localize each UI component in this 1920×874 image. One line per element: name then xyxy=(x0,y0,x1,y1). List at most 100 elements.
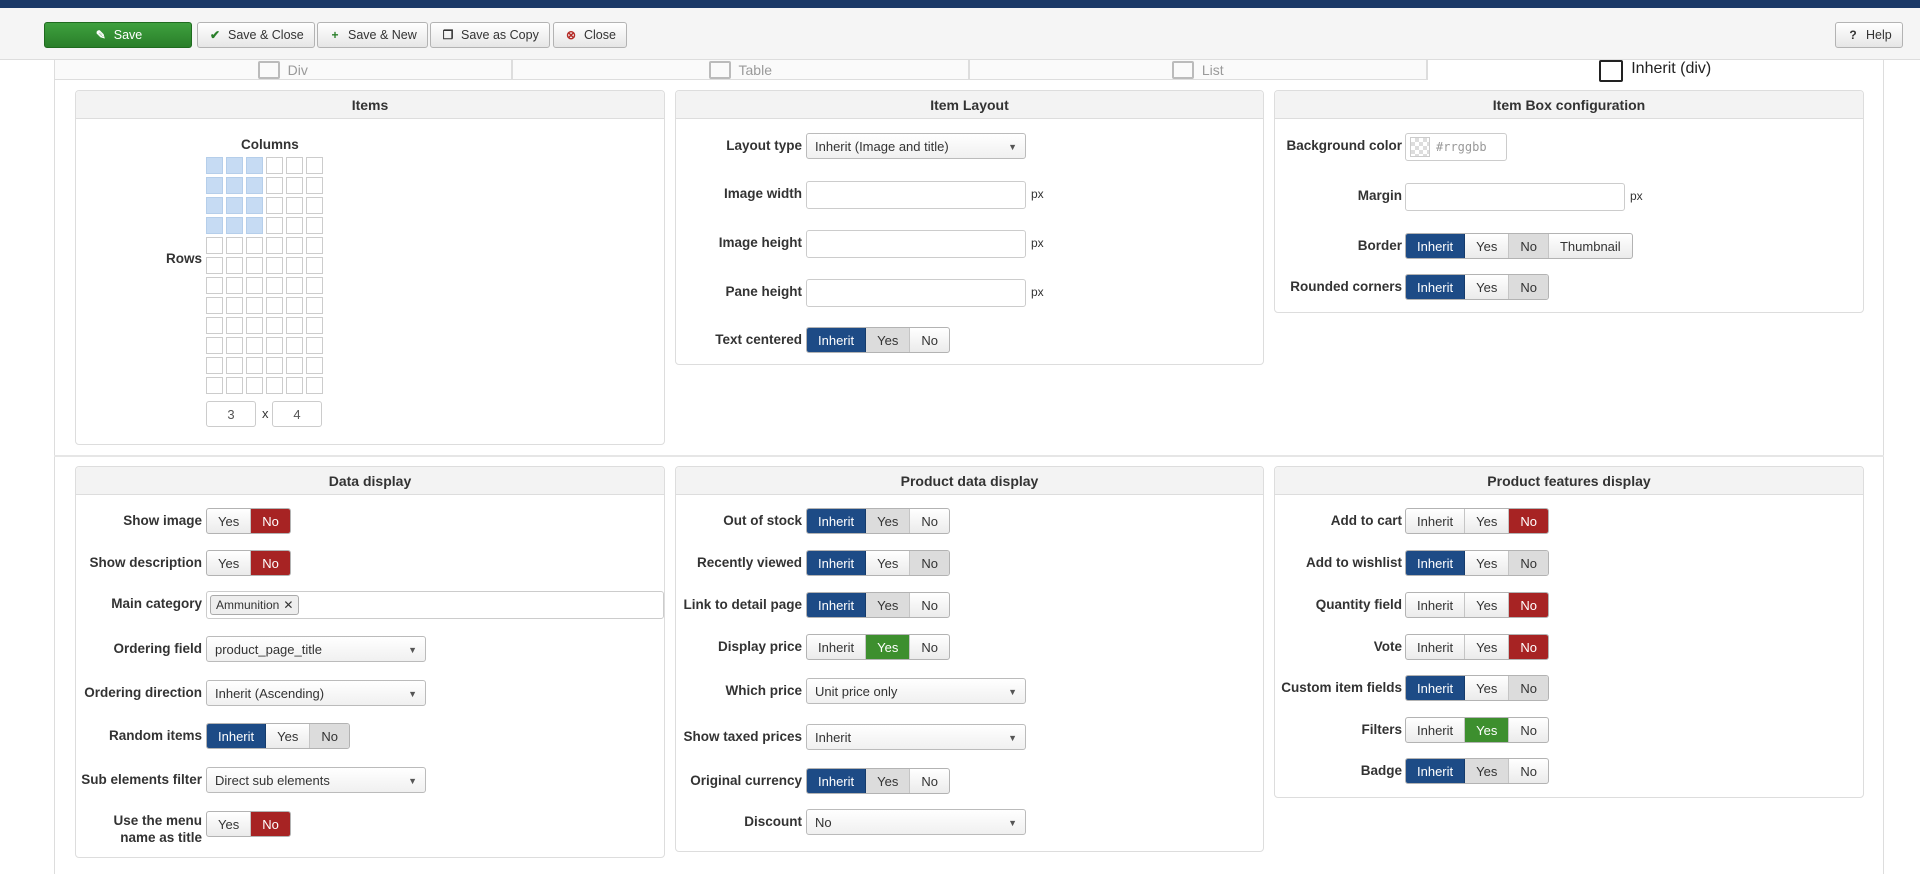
out-of-stock-toggle[interactable]: Inherit Yes No xyxy=(806,508,950,534)
display-price-toggle[interactable]: Inherit Yes No xyxy=(806,634,950,660)
which-price-select[interactable]: Unit price only ▼ xyxy=(806,678,1026,704)
grid-cell[interactable] xyxy=(206,257,223,274)
pane-height-input[interactable] xyxy=(806,279,1026,307)
add-to-cart-toggle[interactable]: Inherit Yes No xyxy=(1405,508,1549,534)
grid-cell[interactable] xyxy=(246,157,263,174)
rounded-corners-toggle[interactable]: Inherit Yes No xyxy=(1405,274,1549,300)
grid-cell[interactable] xyxy=(286,217,303,234)
grid-cell[interactable] xyxy=(286,177,303,194)
discount-select[interactable]: No ▼ xyxy=(806,809,1026,835)
grid-cell[interactable] xyxy=(226,297,243,314)
grid-cell[interactable] xyxy=(206,277,223,294)
grid-cell[interactable] xyxy=(266,157,283,174)
grid-cell[interactable] xyxy=(266,357,283,374)
text-centered-toggle[interactable]: Inherit Yes No xyxy=(806,327,950,353)
column-row-grid[interactable] xyxy=(206,157,323,394)
filters-toggle[interactable]: Inherit Yes No xyxy=(1405,717,1549,743)
grid-cell[interactable] xyxy=(226,377,243,394)
grid-cell[interactable] xyxy=(286,157,303,174)
show-description-toggle[interactable]: Yes No xyxy=(206,550,291,576)
grid-cell[interactable] xyxy=(206,237,223,254)
grid-cell[interactable] xyxy=(266,217,283,234)
grid-cell[interactable] xyxy=(306,357,323,374)
grid-cell[interactable] xyxy=(266,317,283,334)
grid-cell[interactable] xyxy=(206,197,223,214)
link-detail-toggle[interactable]: Inherit Yes No xyxy=(806,592,950,618)
save-close-button[interactable]: ✔ Save & Close xyxy=(197,22,315,48)
grid-cell[interactable] xyxy=(226,317,243,334)
grid-cell[interactable] xyxy=(306,197,323,214)
grid-cell[interactable] xyxy=(246,237,263,254)
badge-toggle[interactable]: Inherit Yes No xyxy=(1405,758,1549,784)
grid-cell[interactable] xyxy=(206,297,223,314)
grid-cell[interactable] xyxy=(206,317,223,334)
main-category-input[interactable]: Ammunition ✕ xyxy=(206,591,664,619)
image-height-input[interactable] xyxy=(806,230,1026,258)
grid-cell[interactable] xyxy=(286,377,303,394)
grid-cell[interactable] xyxy=(226,177,243,194)
grid-cell[interactable] xyxy=(246,317,263,334)
close-button[interactable]: ⊗ Close xyxy=(553,22,627,48)
grid-cell[interactable] xyxy=(206,217,223,234)
grid-cell[interactable] xyxy=(226,357,243,374)
show-image-toggle[interactable]: Yes No xyxy=(206,508,291,534)
grid-cell[interactable] xyxy=(306,317,323,334)
quantity-field-toggle[interactable]: Inherit Yes No xyxy=(1405,592,1549,618)
grid-cell[interactable] xyxy=(226,257,243,274)
help-button[interactable]: ? Help xyxy=(1835,22,1903,48)
ordering-field-select[interactable]: product_page_title ▼ xyxy=(206,636,426,662)
vote-toggle[interactable]: Inherit Yes No xyxy=(1405,634,1549,660)
grid-cell[interactable] xyxy=(266,337,283,354)
grid-cell[interactable] xyxy=(246,217,263,234)
columns-count-input[interactable]: 3 xyxy=(206,401,256,427)
tab-div[interactable]: Div xyxy=(54,60,512,80)
grid-cell[interactable] xyxy=(246,197,263,214)
use-menu-name-toggle[interactable]: Yes No xyxy=(206,811,291,837)
grid-cell[interactable] xyxy=(306,217,323,234)
grid-cell[interactable] xyxy=(266,237,283,254)
grid-cell[interactable] xyxy=(306,377,323,394)
grid-cell[interactable] xyxy=(246,257,263,274)
grid-cell[interactable] xyxy=(246,357,263,374)
grid-cell[interactable] xyxy=(206,357,223,374)
grid-cell[interactable] xyxy=(266,277,283,294)
sub-elements-filter-select[interactable]: Direct sub elements ▼ xyxy=(206,767,426,793)
grid-cell[interactable] xyxy=(306,337,323,354)
grid-cell[interactable] xyxy=(286,197,303,214)
grid-cell[interactable] xyxy=(246,297,263,314)
add-to-wishlist-toggle[interactable]: Inherit Yes No xyxy=(1405,550,1549,576)
grid-cell[interactable] xyxy=(206,157,223,174)
tab-inherit-div[interactable]: Inherit (div) xyxy=(1426,60,1884,82)
grid-cell[interactable] xyxy=(246,277,263,294)
grid-cell[interactable] xyxy=(246,377,263,394)
tab-table[interactable]: Table xyxy=(511,60,969,80)
grid-cell[interactable] xyxy=(226,237,243,254)
grid-cell[interactable] xyxy=(306,237,323,254)
ordering-direction-select[interactable]: Inherit (Ascending) ▼ xyxy=(206,680,426,706)
grid-cell[interactable] xyxy=(286,357,303,374)
grid-cell[interactable] xyxy=(226,157,243,174)
image-width-input[interactable] xyxy=(806,181,1026,209)
random-items-toggle[interactable]: Inherit Yes No xyxy=(206,723,350,749)
grid-cell[interactable] xyxy=(226,337,243,354)
show-taxed-prices-select[interactable]: Inherit ▼ xyxy=(806,724,1026,750)
grid-cell[interactable] xyxy=(286,237,303,254)
grid-cell[interactable] xyxy=(246,337,263,354)
grid-cell[interactable] xyxy=(246,177,263,194)
grid-cell[interactable] xyxy=(266,377,283,394)
grid-cell[interactable] xyxy=(306,277,323,294)
grid-cell[interactable] xyxy=(206,177,223,194)
grid-cell[interactable] xyxy=(286,257,303,274)
grid-cell[interactable] xyxy=(286,297,303,314)
rows-count-input[interactable]: 4 xyxy=(272,401,322,427)
grid-cell[interactable] xyxy=(206,377,223,394)
save-button[interactable]: ✎ Save xyxy=(44,22,192,48)
grid-cell[interactable] xyxy=(306,297,323,314)
save-new-button[interactable]: + Save & New xyxy=(317,22,428,48)
grid-cell[interactable] xyxy=(306,257,323,274)
original-currency-toggle[interactable]: Inherit Yes No xyxy=(806,768,950,794)
save-copy-button[interactable]: ❐ Save as Copy xyxy=(430,22,550,48)
grid-cell[interactable] xyxy=(306,177,323,194)
layout-type-select[interactable]: Inherit (Image and title) ▼ xyxy=(806,133,1026,159)
custom-item-fields-toggle[interactable]: Inherit Yes No xyxy=(1405,675,1549,701)
